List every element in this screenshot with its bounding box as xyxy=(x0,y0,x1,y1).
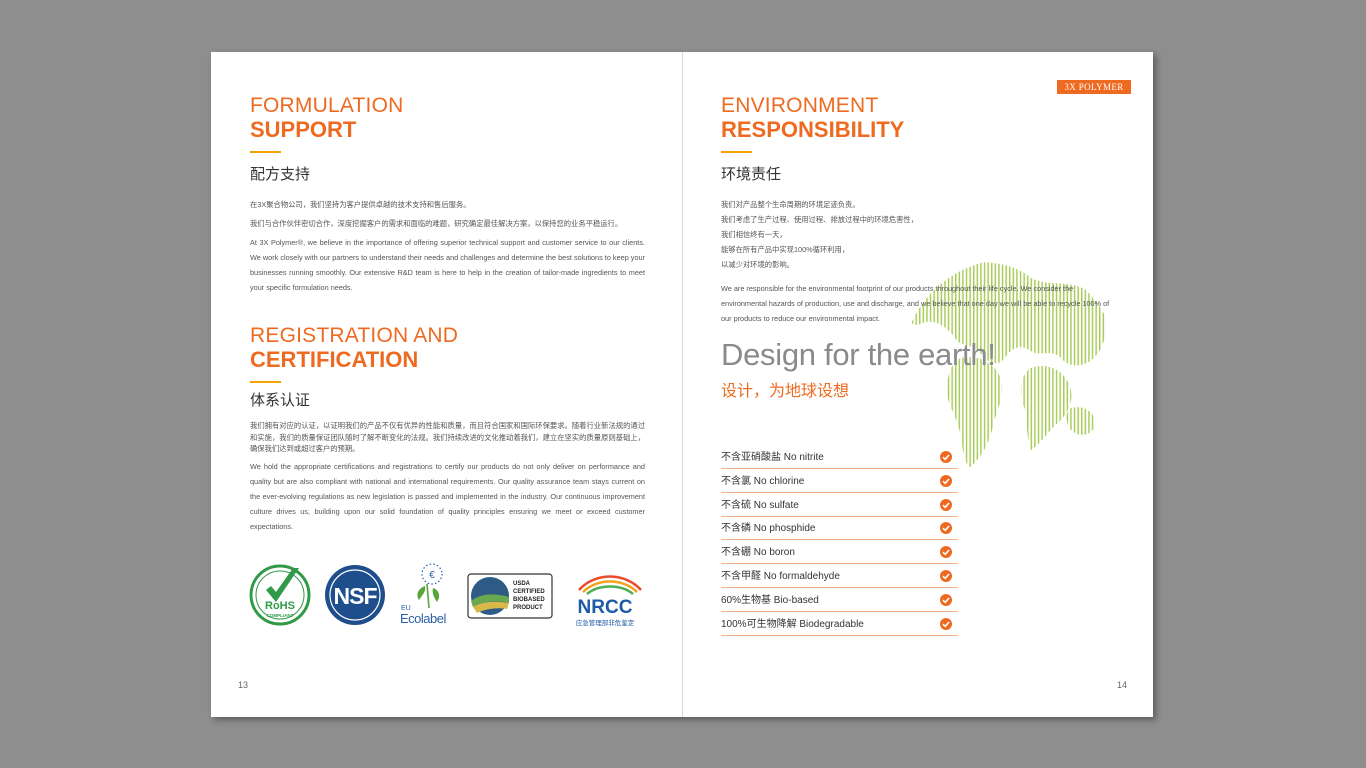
checklist-item: 不含氯 No chlorine xyxy=(721,470,958,493)
formulation-en-text: At 3X Polymer®, we believe in the import… xyxy=(250,238,645,292)
check-icon xyxy=(940,451,952,463)
feature-checklist: 不含亚硝酸盐 No nitrite 不含氯 No chlorine 不含硫 No… xyxy=(721,446,958,636)
nsf-label: NSF xyxy=(334,583,378,609)
environment-en-text: We are responsible for the environmental… xyxy=(721,284,1110,323)
formulation-title-bold: SUPPORT xyxy=(250,117,357,142)
page-number-right: 14 xyxy=(1117,680,1128,690)
registration-title-bold: CERTIFICATION xyxy=(250,347,419,372)
rohs-label: RoHS xyxy=(265,600,295,612)
check-icon xyxy=(940,593,952,606)
nsf-logo: NSF xyxy=(325,565,385,625)
usda-certified-label: CERTIFIED xyxy=(513,589,545,595)
checklist-item: 不含硫 No sulfate xyxy=(721,494,958,517)
rohs-logo: RoHS COMPLIANT xyxy=(249,564,311,626)
check-icon xyxy=(940,546,952,559)
environment-cn-line: 我们相信终有一天， xyxy=(721,230,787,239)
registration-en-body: We hold the appropriate certifications a… xyxy=(250,459,645,534)
formulation-cn-line2: 我们与合作伙伴密切合作，深度挖掘客户的需求和面临的难题，研究确定最佳解决方案，以… xyxy=(250,219,623,228)
environment-title-bold: RESPONSIBILITY xyxy=(721,117,905,142)
registration-en-text: We hold the appropriate certifications a… xyxy=(250,462,645,531)
eu-ecolabel-logo: € EU Ecolabel xyxy=(400,563,447,626)
rohs-compliant-label: COMPLIANT xyxy=(267,613,294,618)
checklist-item-label: 不含氯 No chlorine xyxy=(721,475,805,487)
environment-cn-line: 我们对产品整个生命周期的环境足迹负责。 xyxy=(721,200,860,209)
environment-cn-line: 能够在所有产品中实现100%循环利用， xyxy=(721,245,850,254)
checklist-item-label: 不含磷 No phosphide xyxy=(721,523,816,535)
check-icon xyxy=(940,522,952,535)
check-icon xyxy=(940,498,952,511)
checklist-item-label: 60%生物基 Bio-based xyxy=(721,594,819,606)
environment-cn-line: 我们考虑了生产过程、使用过程、排放过程中的环境危害性， xyxy=(721,215,919,224)
nrcc-cn-label: 应急管理部非危鉴定 xyxy=(576,618,635,627)
formulation-cn-line1: 在3X聚合物公司，我们坚持为客户提供卓越的技术支持和售后服务。 xyxy=(250,200,471,209)
checklist-item: 不含硼 No boron xyxy=(721,541,958,565)
checklist-item: 不含甲醛 No formaldehyde xyxy=(721,565,958,588)
slogan-en: Design for the earth! xyxy=(721,337,996,372)
checklist-item-label: 不含亚硝酸盐 No nitrite xyxy=(721,452,824,463)
nrcc-logo: NRCC 应急管理部非危鉴定 xyxy=(576,575,642,627)
checklist-item: 不含磷 No phosphide xyxy=(721,517,958,541)
title-rule xyxy=(250,151,281,153)
environment-title-cn: 环境责任 xyxy=(721,166,782,183)
checklist-item: 不含亚硝酸盐 No nitrite xyxy=(721,446,958,469)
nrcc-label: NRCC xyxy=(578,597,633,618)
check-icon xyxy=(940,617,952,630)
registration-title-cn: 体系认证 xyxy=(250,392,311,409)
checklist-item-label: 100%可生物降解 Biodegradable xyxy=(721,618,864,630)
slogan-cn: 设计，为地球设想 xyxy=(721,383,850,400)
title-rule xyxy=(250,381,281,383)
environment-cn-body: 我们对产品整个生命周期的环境足迹负责。 我们考虑了生产过程、使用过程、排放过程中… xyxy=(721,197,1111,272)
usda-label: USDA xyxy=(513,581,531,587)
check-icon xyxy=(940,569,952,582)
usda-biobased-label: BIOBASED xyxy=(513,597,545,603)
usda-product-label: PRODUCT xyxy=(513,605,543,611)
registration-cn-body: 我们拥有对应的认证，以证明我们的产品不仅有优异的性能和质量，而且符合国家和国际环… xyxy=(250,420,645,455)
usda-biobased-logo: USDA CERTIFIED BIOBASED PRODUCT xyxy=(467,573,553,619)
formulation-title-cn: 配方支持 xyxy=(250,166,311,183)
title-rule xyxy=(721,151,752,153)
left-page: FORMULATION SUPPORT 配方支持 在3X聚合物公司，我们坚持为客… xyxy=(211,52,682,717)
ecolabel-label: Ecolabel xyxy=(400,611,446,626)
svg-text:€: € xyxy=(429,570,435,581)
environment-title-light: ENVIRONMENT xyxy=(721,94,879,117)
registration-title-light: REGISTRATION AND xyxy=(250,324,459,347)
brochure-spread: FORMULATION SUPPORT 配方支持 在3X聚合物公司，我们坚持为客… xyxy=(211,52,1153,717)
formulation-title-light: FORMULATION xyxy=(250,94,404,117)
environment-en-body: We are responsible for the environmental… xyxy=(721,281,1111,326)
checklist-item-label: 不含甲醛 No formaldehyde xyxy=(721,570,840,582)
check-icon xyxy=(940,474,952,487)
page-number-left: 13 xyxy=(238,680,249,690)
checklist-item-label: 不含硫 No sulfate xyxy=(721,499,799,511)
formulation-body: 在3X聚合物公司，我们坚持为客户提供卓越的技术支持和售后服务。 我们与合作伙伴密… xyxy=(250,197,645,295)
environment-cn-line: 以减少对环境的影响。 xyxy=(721,260,794,269)
checklist-item: 60%生物基 Bio-based xyxy=(721,589,958,612)
checklist-item-label: 不含硼 No boron xyxy=(721,547,795,559)
registration-cn-text: 我们拥有对应的认证，以证明我们的产品不仅有优异的性能和质量，而且符合国家和国际环… xyxy=(250,421,645,453)
checklist-item: 100%可生物降解 Biodegradable xyxy=(721,613,958,636)
